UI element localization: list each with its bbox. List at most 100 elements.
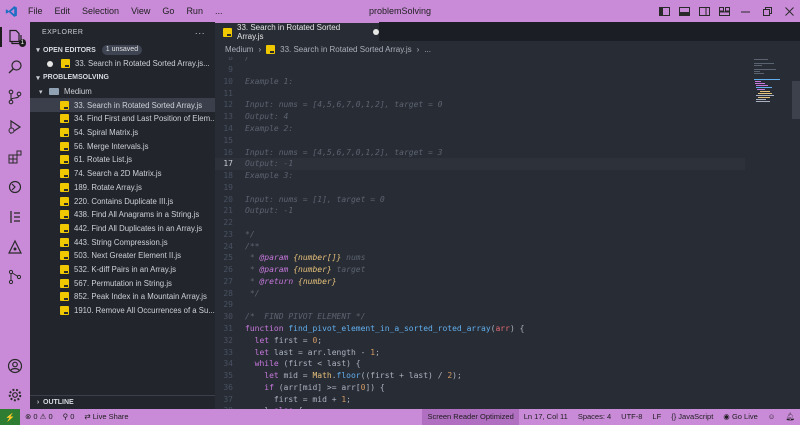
folder-medium[interactable]: ▾ Medium <box>30 85 215 99</box>
notifications-bell-icon[interactable]: 🔔︎ <box>780 409 800 425</box>
run-debug-icon[interactable] <box>0 114 30 140</box>
toggle-secondary-sidebar-icon[interactable] <box>694 0 714 22</box>
code-line[interactable]: 30 /* FIND PIVOT ELEMENT */ <box>215 311 745 323</box>
code-line[interactable]: 27 * @return {number} <box>215 276 745 288</box>
customize-layout-icon[interactable] <box>714 0 734 22</box>
code-line[interactable]: 23 */ <box>215 228 745 240</box>
menu-go[interactable]: Go <box>156 0 180 22</box>
end-of-line[interactable]: LF <box>647 409 666 425</box>
file-item[interactable]: 443. String Compression.js <box>30 235 215 249</box>
file-item[interactable]: 220. Contains Duplicate III.js <box>30 194 215 208</box>
scrollbar-thumb[interactable] <box>792 81 800 119</box>
code-line[interactable]: 29 <box>215 299 745 311</box>
unsaved-dot-icon[interactable] <box>47 60 53 67</box>
menu-file[interactable]: File <box>22 0 49 22</box>
problems-status[interactable]: ⊗ 0 ⚠ 0 <box>20 409 58 425</box>
unsaved-dot-icon[interactable] <box>373 29 379 35</box>
code-line[interactable]: 9 <box>215 64 745 76</box>
code-line[interactable]: 22 <box>215 217 745 229</box>
source-control-icon[interactable] <box>0 84 30 110</box>
cursor-position[interactable]: Ln 17, Col 11 <box>519 409 573 425</box>
code-line[interactable]: 16 Input: nums = [4,5,6,7,0,1,2], target … <box>215 146 745 158</box>
code-line[interactable]: 19 <box>215 181 745 193</box>
live-share-icon[interactable] <box>0 264 30 290</box>
file-item[interactable]: 852. Peak Index in a Mountain Array.js <box>30 290 215 304</box>
code-line[interactable]: 13 Output: 4 <box>215 111 745 123</box>
code-line[interactable]: 32 let first = 0; <box>215 334 745 346</box>
code-line[interactable]: 15 <box>215 134 745 146</box>
file-item[interactable]: 33. Search in Rotated Sorted Array.js <box>30 98 215 113</box>
screen-reader-status[interactable]: Screen Reader Optimized <box>422 409 519 425</box>
outline-header[interactable]: › OUTLINE <box>30 395 215 409</box>
code-line[interactable]: 11 <box>215 87 745 99</box>
file-item[interactable]: 532. K-diff Pairs in an Array.js <box>30 263 215 277</box>
account-icon[interactable] <box>0 353 30 379</box>
encoding[interactable]: UTF-8 <box>616 409 647 425</box>
code-line[interactable]: 37 first = mid + 1; <box>215 393 745 405</box>
code-line[interactable]: 20 Input: nums = [1], target = 0 <box>215 193 745 205</box>
code-line[interactable]: 8/ <box>215 57 745 64</box>
git-graph-icon[interactable] <box>0 234 30 260</box>
code-line[interactable]: 14 Example 2: <box>215 123 745 135</box>
ports-status[interactable]: ⚲ 0 <box>58 409 80 425</box>
minimap[interactable] <box>752 57 792 137</box>
feedback-icon[interactable]: ☺ <box>763 409 781 425</box>
go-live-button[interactable]: ◉ Go Live <box>718 409 763 425</box>
file-item[interactable]: 438. Find All Anagrams in a String.js <box>30 208 215 222</box>
indentation[interactable]: Spaces: 4 <box>573 409 616 425</box>
menu-more[interactable]: ... <box>209 0 229 22</box>
code-line[interactable]: 31 function find_pivot_element_in_a_sorte… <box>215 323 745 335</box>
open-editor-item[interactable]: 33. Search in Rotated Sorted Array.js... <box>30 57 215 71</box>
code-line[interactable]: 28 */ <box>215 287 745 299</box>
file-item[interactable]: 567. Permutation in String.js <box>30 276 215 290</box>
menu-selection[interactable]: Selection <box>76 0 125 22</box>
code-line[interactable]: 24 /** <box>215 240 745 252</box>
language-mode[interactable]: {} JavaScript <box>666 409 718 425</box>
file-item[interactable]: 61. Rotate List.js <box>30 153 215 167</box>
code-line[interactable]: 17 Output: -1 <box>215 157 745 170</box>
menu-view[interactable]: View <box>125 0 156 22</box>
breadcrumb-folder[interactable]: Medium <box>225 45 253 54</box>
code-line[interactable]: 34 while (first < last) { <box>215 358 745 370</box>
code-line[interactable]: 18 Example 3: <box>215 170 745 182</box>
workspace-header[interactable]: ▾ PROBLEMSOLVING <box>30 71 215 85</box>
extensions-icon[interactable] <box>0 144 30 170</box>
file-item[interactable]: 1910. Remove All Occurrences of a Su... <box>30 304 215 318</box>
minimize-icon[interactable] <box>734 0 756 22</box>
code-line[interactable]: 35 let mid = Math.floor((first + last) /… <box>215 370 745 382</box>
menu-edit[interactable]: Edit <box>49 0 77 22</box>
search-icon[interactable] <box>0 54 30 80</box>
code-line[interactable]: 10 Example 1: <box>215 76 745 88</box>
remote-indicator[interactable]: ⚡ <box>0 409 20 425</box>
breadcrumb-file[interactable]: 33. Search in Rotated Sorted Array.js <box>280 45 411 54</box>
line-number: 19 <box>223 182 233 192</box>
file-item[interactable]: 74. Search a 2D Matrix.js <box>30 167 215 181</box>
code-line[interactable]: 25 * @param {number[]} nums <box>215 252 745 264</box>
file-item[interactable]: 54. Spiral Matrix.js <box>30 126 215 140</box>
explorer-icon[interactable]: 1 <box>0 24 30 50</box>
remote-explorer-icon[interactable] <box>0 174 30 200</box>
editor-tab[interactable]: 33. Search in Rotated Sorted Array.js <box>215 22 379 41</box>
file-item[interactable]: 56. Merge Intervals.js <box>30 139 215 153</box>
breadcrumb-symbol[interactable]: ... <box>424 45 431 54</box>
menu-run[interactable]: Run <box>180 0 209 22</box>
file-item[interactable]: 34. Find First and Last Position of Elem… <box>30 112 215 126</box>
restore-icon[interactable] <box>756 0 778 22</box>
file-item[interactable]: 189. Rotate Array.js <box>30 181 215 195</box>
explorer-more-icon[interactable]: ··· <box>195 28 205 38</box>
code-line[interactable]: 33 let last = arr.length - 1; <box>215 346 745 358</box>
code-line[interactable]: 12 Input: nums = [4,5,6,7,0,1,2], target … <box>215 99 745 111</box>
file-item[interactable]: 442. Find All Duplicates in an Array.js <box>30 222 215 236</box>
code-line[interactable]: 26 * @param {number} target <box>215 264 745 276</box>
toggle-sidebar-icon[interactable] <box>654 0 674 22</box>
code-line[interactable]: 36 if (arr[mid] >= arr[0]) { <box>215 381 745 393</box>
file-item[interactable]: 503. Next Greater Element II.js <box>30 249 215 263</box>
settings-icon[interactable] <box>0 382 30 408</box>
live-share-status[interactable]: ⇄ Live Share <box>79 409 133 425</box>
open-editors-header[interactable]: ▾ OPEN EDITORS 1 unsaved <box>30 43 215 57</box>
code-line[interactable]: 21 Output: -1 <box>215 205 745 217</box>
toggle-panel-icon[interactable] <box>674 0 694 22</box>
testing-icon[interactable] <box>0 204 30 230</box>
code-editor[interactable]: 8/9 10 Example 1: 11 12 Input: nums = [4,5,6,… <box>215 57 800 409</box>
close-window-icon[interactable] <box>778 0 800 22</box>
